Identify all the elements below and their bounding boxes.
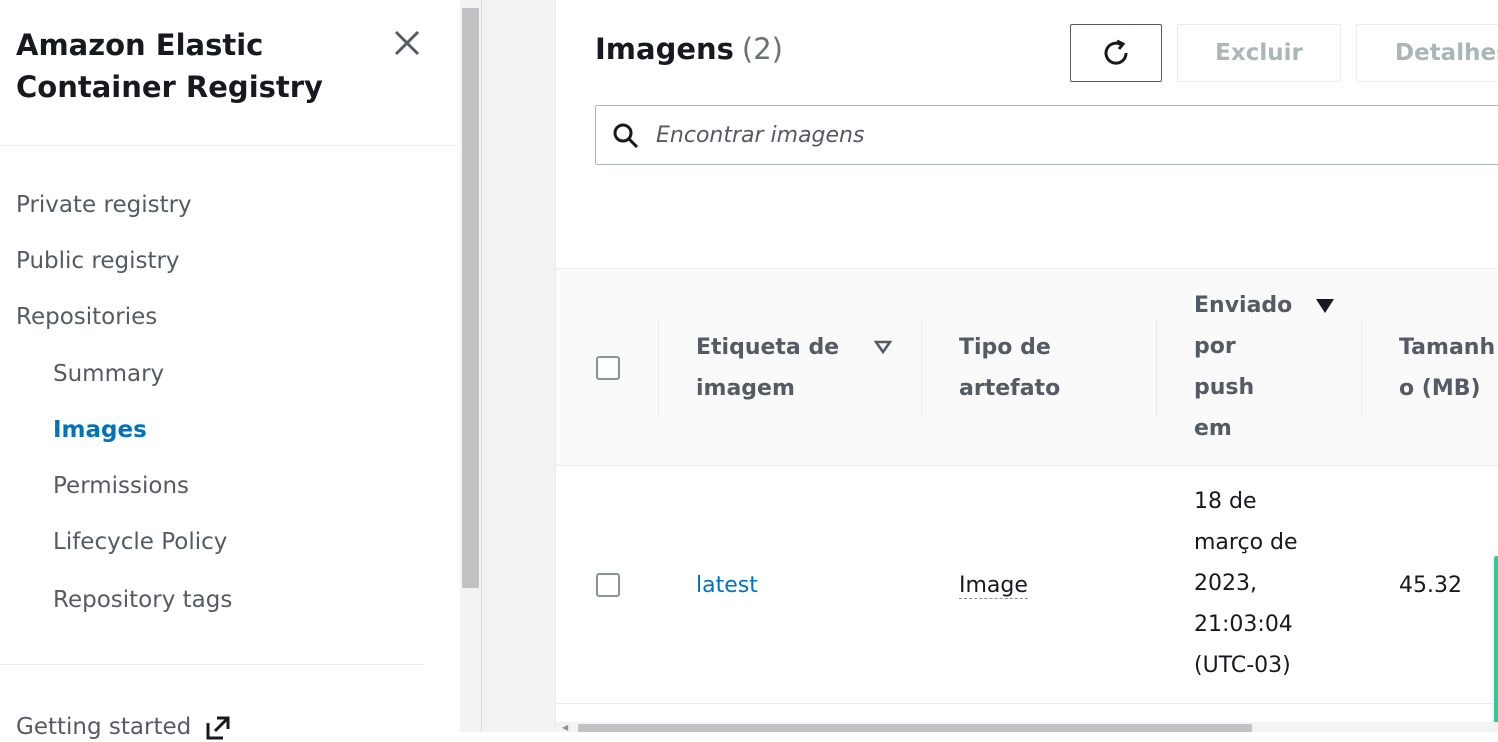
row-checkbox[interactable]	[596, 573, 620, 597]
table-header-border	[556, 465, 1498, 466]
column-header-label: Enviado por push em	[1194, 293, 1293, 441]
column-header-image-tag[interactable]: Etiqueta de imagem	[696, 327, 846, 409]
nav-permissions[interactable]: Permissions	[53, 471, 189, 501]
nav-summary[interactable]: Summary	[53, 359, 164, 389]
scroll-left-arrow-icon[interactable]: ◀	[562, 723, 568, 732]
nav-images[interactable]: Images	[53, 415, 147, 445]
panel-title: Imagens (2)	[595, 32, 783, 66]
column-separator	[921, 320, 922, 416]
pushed-at-cell: 18 de março de 2023, 21:03:04 (UTC-03)	[1194, 489, 1298, 678]
refresh-icon	[1104, 39, 1128, 65]
getting-started-label: Getting started	[16, 714, 192, 740]
column-separator	[1361, 320, 1362, 416]
close-navigation-button[interactable]	[390, 26, 424, 60]
column-header-pushed-at[interactable]: Enviado por push em	[1194, 285, 1294, 449]
sidebar-scrollbar-thumb[interactable]	[462, 8, 479, 588]
side-navigation: Amazon Elastic Container Registry Privat…	[0, 0, 460, 740]
nav-lifecycle-policy[interactable]: Lifecycle Policy	[53, 527, 227, 557]
nav-repository-tags[interactable]: Repository tags	[53, 585, 232, 615]
size-cell: 45.32	[1399, 573, 1462, 598]
sort-descending-icon[interactable]	[1315, 298, 1335, 314]
nav-private-registry[interactable]: Private registry	[16, 190, 192, 220]
delete-button[interactable]: Excluir	[1177, 24, 1341, 82]
row-border	[556, 703, 1498, 704]
column-header-label: Tamanho (MB)	[1399, 335, 1496, 401]
image-tag-text[interactable]: latest	[696, 573, 758, 598]
search-box	[595, 105, 1498, 165]
artifact-type-text[interactable]: Image	[959, 573, 1028, 599]
search-input[interactable]	[656, 106, 1496, 164]
column-header-artifact-type[interactable]: Tipo de artefato	[959, 327, 1089, 409]
images-panel: Imagens(2) Excluir Detalhes Etiqueta de …	[555, 0, 1498, 732]
feedback-tab[interactable]	[1494, 556, 1498, 732]
nav-public-registry[interactable]: Public registry	[16, 246, 180, 276]
column-separator	[1156, 320, 1157, 416]
close-icon	[394, 30, 420, 56]
nav-getting-started[interactable]: Getting started	[16, 712, 231, 742]
select-all-checkbox[interactable]	[596, 356, 620, 380]
column-header-size[interactable]: Tamanho (MB)	[1399, 327, 1498, 409]
panel-title-text: Imagens	[595, 32, 734, 66]
refresh-button[interactable]	[1070, 24, 1162, 82]
column-header-label: Etiqueta de imagem	[696, 335, 840, 401]
column-header-label: Tipo de artefato	[959, 335, 1061, 401]
nav-repositories[interactable]: Repositories	[16, 302, 157, 332]
nav-divider	[0, 664, 424, 665]
details-button[interactable]: Detalhes	[1356, 24, 1498, 82]
external-link-icon	[206, 716, 230, 739]
service-title: Amazon Elastic Container Registry	[16, 28, 323, 104]
image-count: (2)	[741, 32, 784, 66]
nav-divider	[0, 145, 458, 146]
content-background	[482, 0, 555, 732]
column-separator	[658, 320, 659, 416]
image-tag-link[interactable]: latest	[696, 565, 758, 606]
sort-triangle-icon[interactable]	[874, 340, 892, 354]
table-horizontal-scrollbar-thumb[interactable]	[578, 724, 1252, 732]
search-icon	[613, 123, 639, 149]
artifact-type-cell: Image	[959, 565, 1028, 606]
